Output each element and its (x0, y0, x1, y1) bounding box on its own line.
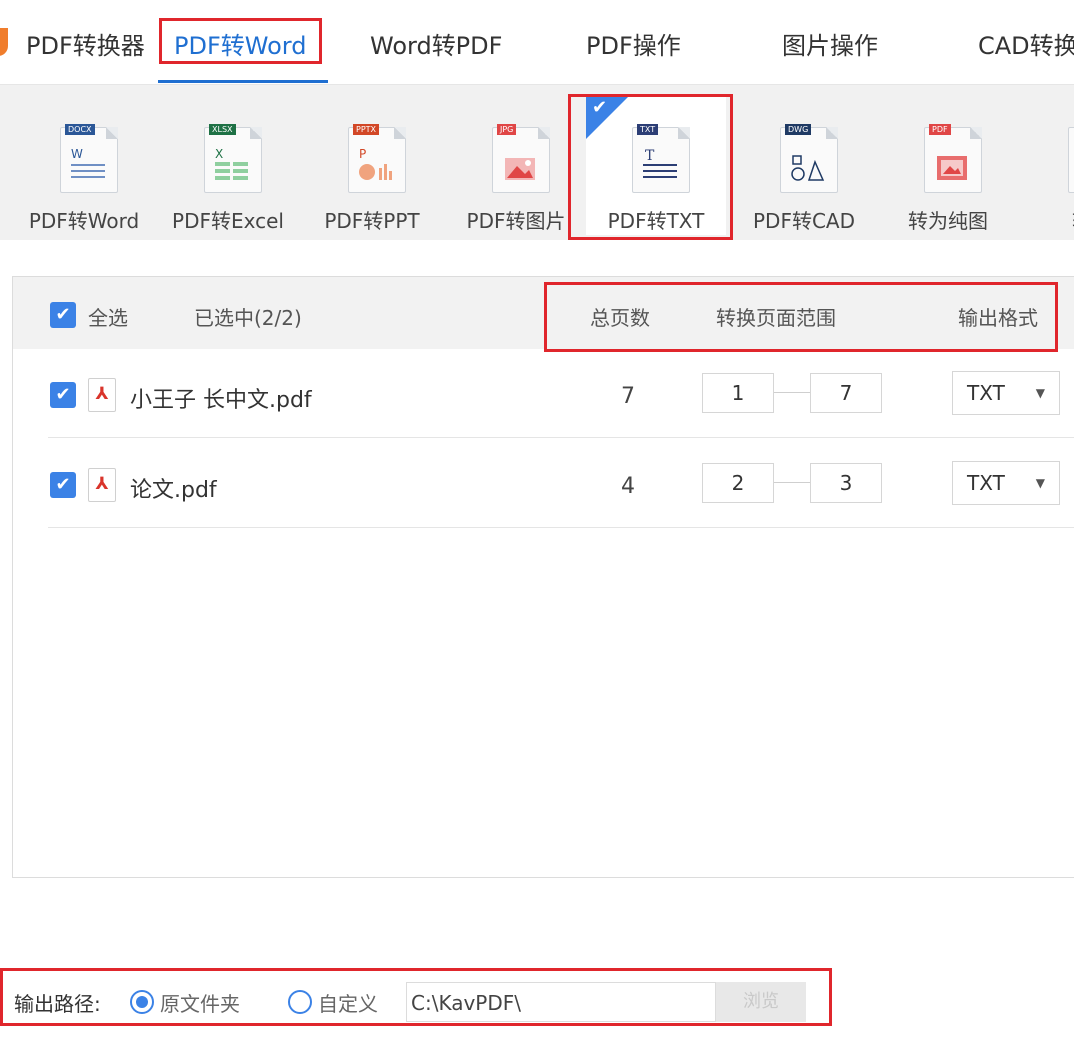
pure-image-icon (937, 156, 967, 180)
dwg-file-icon: DWG (780, 124, 838, 193)
pdf-file-icon: ⅄ (88, 378, 116, 412)
format-value: TXT (967, 381, 1005, 405)
file-total-pages: 7 (621, 384, 635, 409)
tool-convert-to-more[interactable]: 转为 (1022, 95, 1074, 235)
file-name: 论文.pdf (130, 478, 217, 503)
nav-word-to-pdf[interactable]: Word转PDF (370, 26, 502, 61)
file-panel (12, 276, 1074, 878)
excel-grid-icon: X (215, 147, 248, 180)
tool-convert-to-image-pdf[interactable]: PDF 转为纯图 (878, 95, 1018, 235)
tool-pdf-to-excel[interactable]: XLSX X PDF转Excel (158, 95, 298, 235)
tool-label: 转为纯图 (908, 209, 988, 233)
range-separator (774, 482, 810, 483)
row-divider (48, 437, 1074, 438)
tool-label: PDF转PPT (324, 209, 420, 233)
svg-text:W: W (71, 147, 83, 161)
word-lines-icon: W (71, 147, 105, 178)
tool-label: PDF转CAD (752, 209, 855, 233)
ppt-chart-icon: P (359, 147, 392, 180)
selected-count: 已选中(2/2) (194, 306, 302, 330)
chevron-down-icon: ▼ (1035, 476, 1045, 490)
docx-file-icon: DOCX W (60, 124, 118, 193)
file-name: 小王子 长中文.pdf (130, 388, 312, 413)
jpg-file-icon: JPG (492, 124, 550, 193)
image-mountain-icon (505, 158, 535, 180)
range-separator (774, 392, 810, 393)
nav-pdf-converter[interactable]: PDF转换器 (26, 26, 145, 61)
nav-cad-convert[interactable]: CAD转换 (978, 26, 1074, 61)
format-select[interactable]: TXT ▼ (952, 371, 1060, 415)
tool-label: 转为 (1012, 205, 1074, 234)
tool-pdf-to-image[interactable]: JPG PDF转图片 (446, 95, 586, 235)
format-select[interactable]: TXT ▼ (952, 461, 1060, 505)
highlight-box-columns (544, 282, 1058, 352)
range-from-input[interactable]: 2 (702, 463, 774, 503)
pdf-file-icon (1068, 127, 1074, 193)
tool-pdf-to-word[interactable]: DOCX W PDF转Word (14, 95, 154, 235)
tool-label: PDF转Word (28, 209, 140, 233)
svg-text:X: X (215, 147, 223, 161)
tool-label: PDF转Excel (172, 209, 284, 233)
cad-shapes-icon (791, 155, 825, 181)
highlight-box-output (0, 968, 832, 1026)
range-from-input[interactable]: 1 (702, 373, 774, 413)
highlight-box-nav (159, 18, 322, 64)
file-checkbox[interactable]: ✔ (50, 382, 76, 408)
file-checkbox[interactable]: ✔ (50, 472, 76, 498)
xlsx-file-icon: XLSX X (204, 124, 262, 193)
format-value: TXT (967, 471, 1005, 495)
range-to-input[interactable]: 7 (810, 373, 882, 413)
nav-image-operations[interactable]: 图片操作 (782, 26, 878, 61)
highlight-box-tool (568, 94, 733, 240)
file-total-pages: 4 (621, 474, 635, 499)
tool-pdf-to-ppt[interactable]: PPTX P PDF转PPT (302, 95, 442, 235)
svg-text:P: P (359, 147, 366, 161)
select-all-label[interactable]: 全选 (88, 302, 128, 331)
chevron-down-icon: ▼ (1035, 386, 1045, 400)
range-to-input[interactable]: 3 (810, 463, 882, 503)
tool-pdf-to-cad[interactable]: DWG PDF转CAD (734, 95, 874, 235)
nav-pdf-operations[interactable]: PDF操作 (586, 26, 681, 61)
pdf-file-icon: PDF (924, 124, 982, 193)
nav-active-underline (158, 80, 328, 83)
pdf-file-icon: ⅄ (88, 468, 116, 502)
select-all-checkbox[interactable]: ✔ (50, 302, 76, 328)
row-divider (48, 527, 1074, 528)
pptx-file-icon: PPTX P (348, 124, 406, 193)
